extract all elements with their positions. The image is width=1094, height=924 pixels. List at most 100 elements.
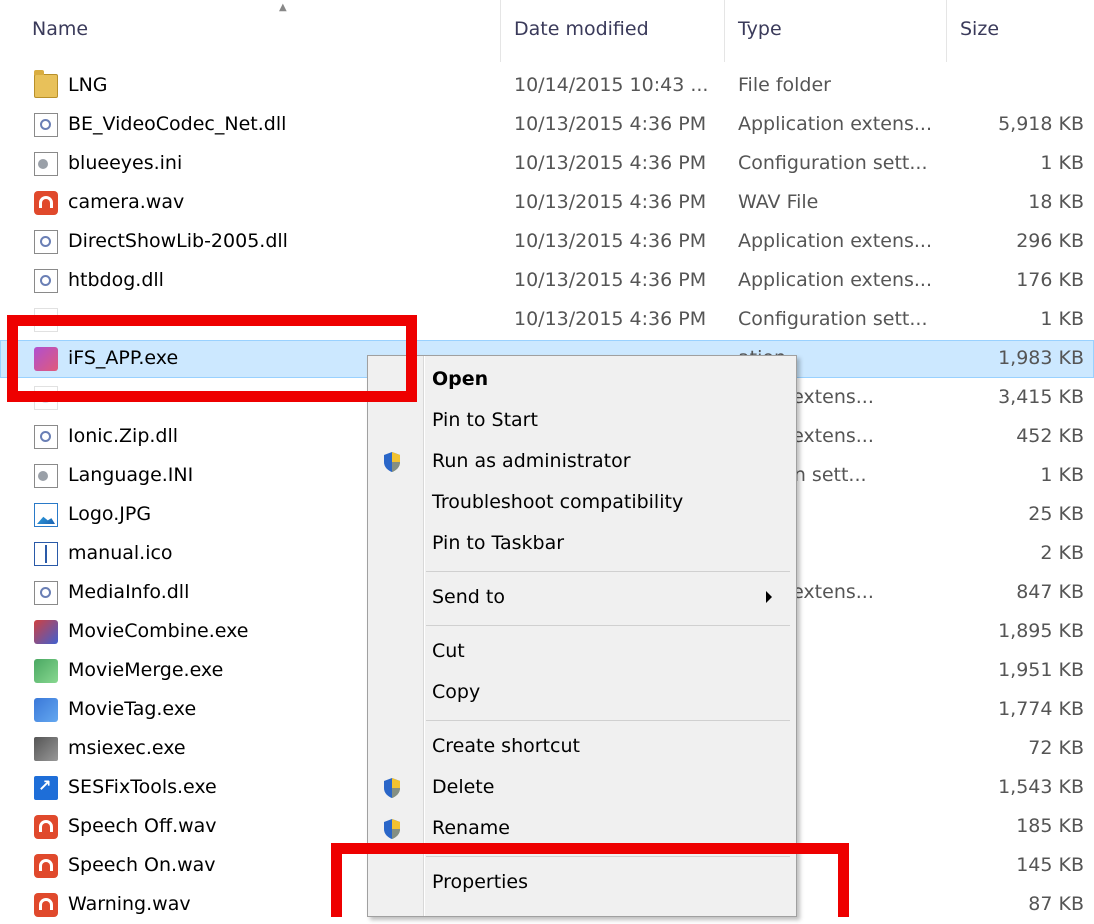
file-type: Application extens...	[738, 113, 932, 135]
dll-icon	[34, 386, 58, 410]
file-name: MovieTag.exe	[68, 698, 197, 720]
menu-item-troubleshoot-compatibility[interactable]: Troubleshoot compatibility	[370, 484, 794, 522]
menu-item-send-to[interactable]: Send to	[370, 579, 794, 617]
file-name: Language.INI	[68, 464, 194, 486]
menu-item-delete[interactable]: Delete	[370, 769, 794, 807]
file-row-camera[interactable]: camera.wav 10/13/2015 4:36 PM WAV File 1…	[0, 184, 1094, 222]
dll-icon	[34, 230, 58, 254]
column-divider[interactable]	[946, 0, 947, 62]
file-name: Speech On.wav	[68, 854, 216, 876]
menu-item-label: Pin to Start	[432, 409, 538, 431]
column-header: ▲ Name Date modified Type Size	[0, 0, 1094, 62]
file-name: MovieCombine.exe	[68, 620, 249, 642]
file-size: 5,918 KB	[998, 113, 1084, 135]
ini-icon	[34, 464, 58, 488]
file-name: iFS_APP.exe	[68, 347, 179, 369]
file-size: 1 KB	[1040, 152, 1084, 174]
file-row-directshowlib[interactable]: DirectShowLib-2005.dll 10/13/2015 4:36 P…	[0, 223, 1094, 261]
file-type: Configuration sett...	[738, 152, 928, 174]
menu-item-label: Run as administrator	[432, 450, 631, 472]
file-size: 296 KB	[1016, 230, 1084, 252]
dll-icon	[34, 425, 58, 449]
file-name: MediaInfo.dll	[68, 581, 190, 603]
menu-item-label: Open	[432, 368, 489, 390]
file-size: 185 KB	[1016, 815, 1084, 837]
file-date: 10/14/2015 10:43 ...	[514, 74, 709, 96]
menu-separator	[426, 625, 790, 626]
column-type[interactable]: Type	[738, 18, 782, 40]
menu-item-label: Copy	[432, 681, 481, 703]
file-size: 452 KB	[1016, 425, 1084, 447]
file-name: DirectShowLib-2005.dll	[68, 230, 288, 252]
exe-icon	[34, 347, 58, 371]
column-divider[interactable]	[724, 0, 725, 62]
ini-icon	[34, 152, 58, 176]
file-type: File folder	[738, 74, 831, 96]
column-size[interactable]: Size	[960, 18, 999, 40]
file-row-ifs-ini[interactable]: 10/13/2015 4:36 PM Configuration sett...…	[0, 301, 1094, 339]
exe-icon	[34, 620, 58, 644]
file-name: camera.wav	[68, 191, 185, 213]
file-size: 3,415 KB	[998, 386, 1084, 408]
file-date: 10/13/2015 4:36 PM	[514, 269, 707, 291]
file-size: 145 KB	[1016, 854, 1084, 876]
column-divider[interactable]	[500, 0, 501, 62]
menu-item-copy[interactable]: Copy	[370, 674, 794, 712]
file-size: 18 KB	[1028, 191, 1084, 213]
file-name: blueeyes.ini	[68, 152, 183, 174]
file-row-be-videocodec[interactable]: BE_VideoCodec_Net.dll 10/13/2015 4:36 PM…	[0, 106, 1094, 144]
file-name: msiexec.exe	[68, 737, 186, 759]
dll-icon	[34, 269, 58, 293]
menu-item-rename[interactable]: Rename	[370, 810, 794, 848]
menu-item-label: Troubleshoot compatibility	[432, 491, 684, 513]
menu-separator	[426, 571, 790, 572]
sort-ascending-icon: ▲	[279, 2, 287, 13]
menu-separator	[426, 856, 790, 857]
menu-item-run-as-administrator[interactable]: Run as administrator	[370, 443, 794, 481]
file-name: htbdog.dll	[68, 269, 164, 291]
exe-icon	[34, 698, 58, 722]
tool-icon	[34, 776, 58, 800]
file-name: Ionic.Zip.dll	[68, 425, 179, 447]
file-size: 1 KB	[1040, 308, 1084, 330]
file-row-htbdog[interactable]: htbdog.dll 10/13/2015 4:36 PM Applicatio…	[0, 262, 1094, 300]
file-date: 10/13/2015 4:36 PM	[514, 191, 707, 213]
file-size: 25 KB	[1028, 503, 1084, 525]
file-name: Speech Off.wav	[68, 815, 217, 837]
file-size: 1,774 KB	[998, 698, 1084, 720]
column-name[interactable]: Name	[32, 18, 88, 40]
file-name: Warning.wav	[68, 893, 191, 915]
file-size: 1 KB	[1040, 464, 1084, 486]
file-row-blueeyes[interactable]: blueeyes.ini 10/13/2015 4:36 PM Configur…	[0, 145, 1094, 183]
wav-icon	[34, 815, 58, 839]
menu-item-open[interactable]: Open	[370, 361, 794, 399]
ini-icon	[34, 308, 58, 332]
dll-icon	[34, 113, 58, 137]
file-row-lng[interactable]: LNG 10/14/2015 10:43 ... File folder	[0, 67, 1094, 105]
menu-item-label: Create shortcut	[432, 735, 580, 757]
book-icon	[34, 542, 58, 566]
file-name: MovieMerge.exe	[68, 659, 224, 681]
menu-item-label: Pin to Taskbar	[432, 532, 565, 554]
wav-icon	[34, 893, 58, 917]
file-date: 10/13/2015 4:36 PM	[514, 230, 707, 252]
image-icon	[34, 503, 58, 527]
file-type: Application extens...	[738, 269, 932, 291]
file-name: SESFixTools.exe	[68, 776, 217, 798]
file-size: 176 KB	[1016, 269, 1084, 291]
menu-item-label: Send to	[432, 586, 505, 608]
menu-item-properties[interactable]: Properties	[370, 864, 794, 902]
menu-item-pin-to-start[interactable]: Pin to Start	[370, 402, 794, 440]
menu-item-cut[interactable]: Cut	[370, 633, 794, 671]
menu-item-label: Delete	[432, 776, 495, 798]
column-date-modified[interactable]: Date modified	[514, 18, 649, 40]
file-name: manual.ico	[68, 542, 173, 564]
menu-item-create-shortcut[interactable]: Create shortcut	[370, 728, 794, 766]
file-type: Configuration sett...	[738, 308, 928, 330]
menu-item-pin-to-taskbar[interactable]: Pin to Taskbar	[370, 525, 794, 563]
menu-item-label: Cut	[432, 640, 465, 662]
file-name: Logo.JPG	[68, 503, 152, 525]
shield-icon	[384, 778, 400, 798]
shield-icon	[384, 819, 400, 839]
installer-icon	[34, 737, 58, 761]
